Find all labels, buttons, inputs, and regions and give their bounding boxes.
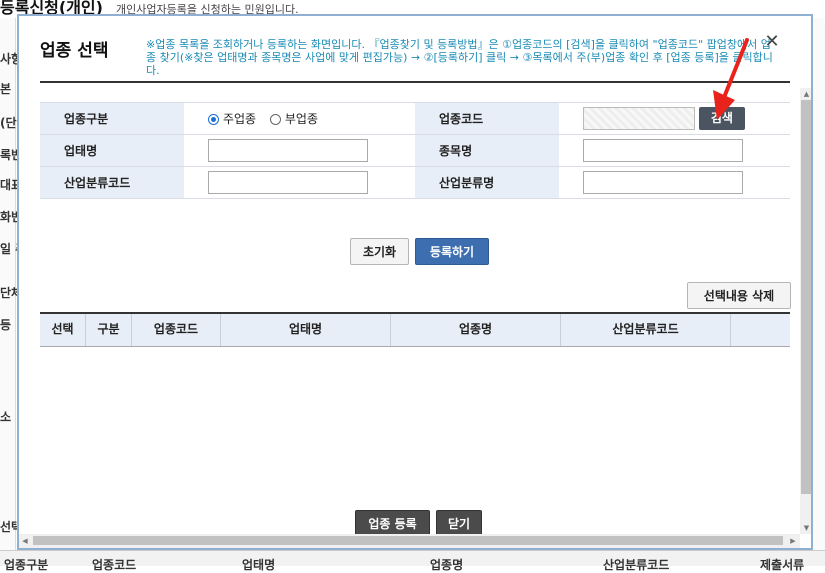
industry-type-label: 업종구분	[40, 102, 184, 135]
ind-class-name-input[interactable]	[582, 171, 743, 194]
scroll-up-icon[interactable]: ▲	[800, 88, 811, 100]
industry-code-label: 업종코드	[414, 102, 559, 135]
industry-select-modal: 업종 선택 ※업종 목록을 조회하거나 등록하는 화면입니다. 『업종찾기 및 …	[17, 14, 813, 550]
main-industry-label[interactable]: 주업종	[223, 112, 256, 126]
scroll-down-icon[interactable]: ▼	[800, 522, 811, 534]
business-type-label: 업태명	[40, 134, 184, 167]
industry-code-field	[582, 107, 695, 130]
ind-class-code-input[interactable]	[207, 171, 368, 194]
bg-label: 본	[0, 82, 12, 96]
col-select: 선택	[40, 314, 86, 346]
delete-selected-button[interactable]: 선택내용 삭제	[687, 282, 791, 309]
background-table-header: 업종구분 업종코드 업태명 업종명 산업분류코드 제출서류	[0, 550, 825, 572]
annotation-arrow-icon	[713, 38, 749, 120]
bg-label: (단	[0, 116, 17, 130]
col-type: 구분	[86, 314, 132, 346]
industry-type-radios: 주업종 부업종	[183, 102, 415, 135]
col-industry-code: 업종코드	[132, 314, 221, 346]
horizontal-scrollbar[interactable]: ◀ ▶	[19, 534, 800, 548]
search-form: 업종구분 주업종 부업종 업종코드 검색 업태명 종목명 산업분류코드 산업분류…	[40, 102, 790, 199]
modal-notice: ※업종 목록을 조회하거나 등록하는 화면입니다. 『업종찾기 및 등록방법』은…	[146, 38, 773, 77]
business-type-input[interactable]	[207, 139, 368, 162]
industry-grid-header: 선택 구분 업종코드 업태명 업종명 산업분류코드	[40, 312, 790, 347]
background-left-column: 사항 본 (단 록번 대표 화번 일 주 단체 등 소 선택	[0, 18, 26, 558]
col-business-type: 업태명	[221, 314, 391, 346]
reset-button[interactable]: 초기화	[350, 238, 409, 265]
bg-label: 등	[0, 318, 12, 332]
background-right-column	[813, 18, 825, 558]
sub-industry-radio[interactable]	[269, 114, 281, 125]
register-button[interactable]: 등록하기	[415, 238, 489, 265]
item-name-input[interactable]	[582, 139, 743, 162]
scroll-right-icon[interactable]: ▶	[787, 534, 799, 548]
title-divider	[40, 81, 790, 83]
item-name-label: 종목명	[414, 134, 559, 167]
horizontal-scroll-thumb[interactable]	[33, 536, 783, 545]
ind-class-name-label: 산업분류명	[414, 166, 559, 199]
submit-industry-button[interactable]: 업종 등록	[355, 510, 430, 537]
close-button[interactable]: 닫기	[436, 510, 482, 537]
sub-industry-label[interactable]: 부업종	[285, 112, 318, 126]
vertical-scroll-thumb[interactable]	[801, 100, 811, 494]
ind-class-code-label: 산업분류코드	[40, 166, 184, 199]
col-empty	[731, 314, 790, 346]
modal-title: 업종 선택	[40, 41, 109, 61]
col-ind-class-code: 산업분류코드	[561, 314, 731, 346]
bg-label: 소	[0, 410, 12, 424]
col-industry-name: 업종명	[391, 314, 561, 346]
vertical-scrollbar[interactable]: ▲ ▼	[800, 88, 811, 534]
scroll-left-icon[interactable]: ◀	[19, 534, 31, 548]
main-industry-radio[interactable]	[207, 114, 219, 125]
